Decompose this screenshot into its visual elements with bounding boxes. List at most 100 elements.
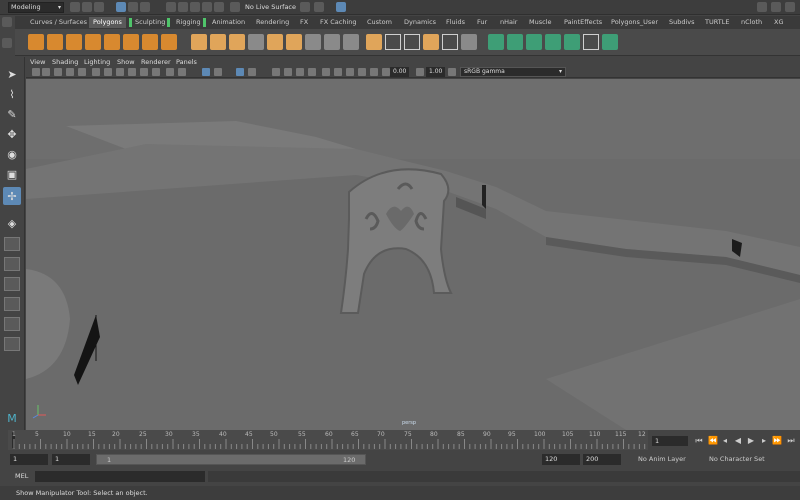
field-chart-icon[interactable] (128, 68, 136, 76)
tab-sculpting[interactable]: Sculpting (131, 17, 169, 28)
make-live-icon[interactable] (214, 2, 224, 12)
uv-editor-icon[interactable] (442, 34, 458, 50)
open-scene-icon[interactable] (82, 2, 92, 12)
poly-sphere-icon[interactable] (28, 34, 44, 50)
move-tool-icon[interactable]: ✥ (3, 125, 21, 143)
bevel-icon[interactable] (366, 34, 382, 50)
bookmark-icon[interactable] (54, 68, 62, 76)
ipr-render-icon[interactable] (336, 2, 346, 12)
step-back-key-icon[interactable]: ⏪ (708, 435, 718, 446)
layout-four-icon[interactable] (4, 257, 20, 271)
hud-icon[interactable] (382, 68, 390, 76)
select-by-object-icon[interactable] (128, 2, 138, 12)
tab-animation[interactable]: Animation (208, 17, 249, 28)
snap-to-view-plane-icon[interactable] (202, 2, 212, 12)
menu-set-dropdown[interactable]: Modeling ▾ (8, 2, 64, 13)
poly-prism-icon[interactable] (142, 34, 158, 50)
layout-outliner-icon[interactable] (4, 297, 20, 311)
checker-icon[interactable] (583, 34, 599, 50)
layout-single-icon[interactable] (4, 237, 20, 251)
poly-plane-icon[interactable] (104, 34, 120, 50)
cylindrical-mapping-icon[interactable] (423, 34, 439, 50)
cut-icon[interactable] (602, 34, 618, 50)
isolate-select-icon[interactable] (322, 68, 330, 76)
mirror-icon[interactable] (229, 34, 245, 50)
exposure-field[interactable]: 0.00 (390, 67, 410, 77)
paint-select-icon[interactable]: ✎ (3, 105, 21, 123)
layout-hypershade-icon[interactable] (4, 337, 20, 351)
colorspace-dropdown[interactable]: sRGB gamma ▾ (460, 67, 566, 77)
film-gate-icon[interactable] (92, 68, 100, 76)
play-forwards-icon[interactable]: ▶ (746, 435, 756, 446)
tab-custom[interactable]: Custom (363, 17, 396, 28)
last-tool-icon[interactable]: ◈ (3, 214, 21, 232)
tab-dynamics[interactable]: Dynamics (400, 17, 440, 28)
smooth-icon[interactable] (248, 34, 264, 50)
shadows-icon[interactable] (248, 68, 256, 76)
camera-attributes-icon[interactable] (42, 68, 50, 76)
time-slider[interactable]: 1 5 10 15 20 25 30 35 40 45 50 55 60 65 … (8, 430, 648, 450)
snap-to-grid-icon[interactable] (166, 2, 176, 12)
use-all-lights-icon[interactable] (236, 68, 244, 76)
split-polygon-icon[interactable] (324, 34, 340, 50)
camera-icon[interactable] (32, 68, 40, 76)
tab-curves-surfaces[interactable]: Curves / Surfaces (26, 17, 91, 28)
mesh-tool-icon[interactable] (545, 34, 561, 50)
history-icon[interactable] (300, 2, 310, 12)
gamma-field[interactable]: 1.00 (426, 67, 446, 77)
wireframe-icon[interactable] (166, 68, 174, 76)
color-management-icon[interactable] (448, 68, 456, 76)
xray-icon[interactable] (334, 68, 342, 76)
depth-of-field-icon[interactable] (308, 68, 316, 76)
poly-torus-icon[interactable] (123, 34, 139, 50)
mesh-tool-icon[interactable] (488, 34, 504, 50)
end-time-field[interactable]: 200 (583, 454, 621, 465)
xray-components-icon[interactable] (358, 68, 366, 76)
ambient-occlusion-icon[interactable] (272, 68, 280, 76)
resolution-gate-icon[interactable] (104, 68, 112, 76)
toggle-panel-icon[interactable] (771, 2, 781, 12)
wireframe-on-shaded-icon[interactable] (202, 68, 210, 76)
extrude-icon[interactable] (267, 34, 283, 50)
magnet-icon[interactable] (230, 2, 240, 12)
new-scene-icon[interactable] (70, 2, 80, 12)
backface-culling-icon[interactable] (370, 68, 378, 76)
save-scene-icon[interactable] (94, 2, 104, 12)
motion-blur-icon[interactable] (284, 68, 292, 76)
step-back-frame-icon[interactable]: ◂ (720, 435, 730, 446)
range-slider[interactable]: 1 120 (96, 454, 366, 465)
xray-joints-icon[interactable] (346, 68, 354, 76)
anim-layer-dropdown[interactable]: No Anim Layer (638, 455, 686, 463)
bridge-icon[interactable] (286, 34, 302, 50)
play-backwards-icon[interactable]: ◀ (733, 435, 743, 446)
planar-mapping-icon[interactable] (385, 34, 401, 50)
go-to-end-icon[interactable]: ⏭ (786, 435, 796, 446)
gate-mask-icon[interactable] (116, 68, 124, 76)
gamma-icon[interactable] (416, 68, 424, 76)
grid-icon[interactable] (78, 68, 86, 76)
append-polygon-icon[interactable] (305, 34, 321, 50)
mel-label[interactable]: MEL (15, 472, 28, 480)
tab-fx[interactable]: FX (296, 17, 312, 28)
soften-edge-icon[interactable] (461, 34, 477, 50)
mesh-tool-icon[interactable] (507, 34, 523, 50)
character-set-dropdown[interactable]: No Character Set (709, 455, 765, 463)
poly-cylinder-icon[interactable] (66, 34, 82, 50)
mel-input[interactable] (35, 471, 205, 482)
mesh-tool-icon[interactable] (564, 34, 580, 50)
select-by-component-icon[interactable] (140, 2, 150, 12)
layout-two-icon[interactable] (4, 277, 20, 291)
poly-pipe-icon[interactable] (161, 34, 177, 50)
combine-icon[interactable] (191, 34, 207, 50)
safe-title-icon[interactable] (152, 68, 160, 76)
poly-cube-icon[interactable] (47, 34, 63, 50)
playback-end-field[interactable]: 120 (542, 454, 580, 465)
tab-fluids[interactable]: Fluids (442, 17, 469, 28)
viewport-persp[interactable]: persp (26, 79, 800, 430)
current-frame-field[interactable]: 1 (652, 436, 688, 446)
render-icon[interactable] (314, 2, 324, 12)
scale-tool-icon[interactable]: ▣ (3, 165, 21, 183)
tab-rigging[interactable]: Rigging (172, 17, 205, 28)
tab-polygons[interactable]: Polygons (89, 17, 126, 28)
snap-to-curve-icon[interactable] (178, 2, 188, 12)
